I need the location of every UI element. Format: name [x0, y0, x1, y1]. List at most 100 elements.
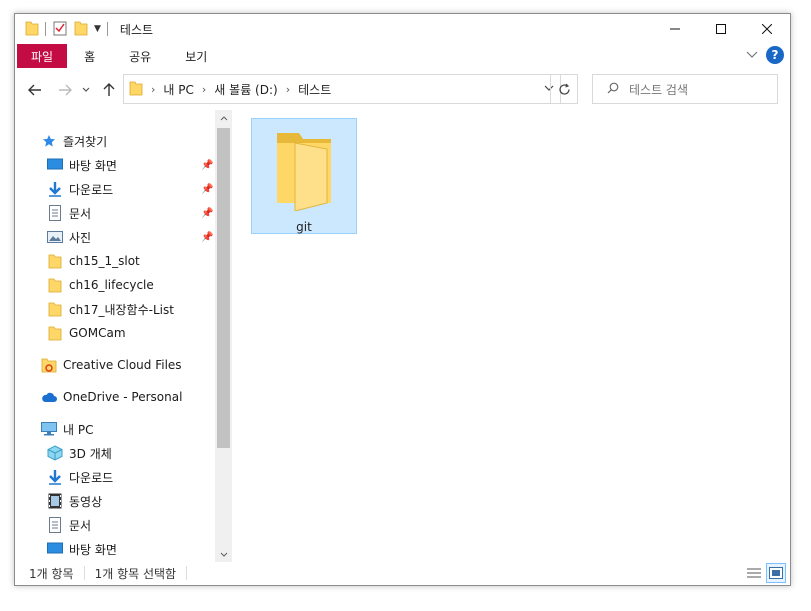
pin-icon[interactable]: 📌 — [201, 232, 213, 243]
recent-locations-button[interactable] — [79, 80, 93, 100]
nav-onedrive[interactable]: OneDrive - Personal — [41, 386, 182, 408]
file-name-label: git — [296, 220, 312, 234]
details-view-icon[interactable] — [744, 563, 764, 583]
nav-item-label: 바탕 화면 — [69, 158, 117, 173]
nav-item-label: ch15_1_slot — [69, 254, 140, 268]
folder-icon — [47, 325, 63, 341]
pin-icon[interactable]: 📌 — [201, 208, 213, 219]
cloud-icon — [41, 389, 57, 405]
nav-item-label: GOMCam — [69, 326, 126, 340]
nav-quick-access[interactable]: 즐겨찾기 — [41, 130, 107, 152]
address-bar[interactable]: › 내 PC › 새 볼륨 (D:) › 테스트 — [123, 74, 561, 104]
document-icon — [47, 517, 63, 533]
quick-access-toolbar: ▼ — [15, 14, 114, 44]
ribbon-right: ? — [746, 46, 784, 64]
nav-scrollbar[interactable] — [215, 110, 232, 562]
tab-home[interactable]: 홈 — [67, 44, 112, 68]
status-bar: 1개 항목 1개 항목 선택함 — [15, 561, 790, 585]
tab-file[interactable]: 파일 — [17, 44, 68, 68]
tab-share[interactable]: 공유 — [112, 44, 168, 68]
breadcrumb-this-pc[interactable]: 내 PC — [163, 81, 193, 98]
search-icon — [607, 82, 619, 97]
folder-icon — [25, 20, 39, 39]
nav-item-label: 문서 — [69, 206, 92, 221]
item-count: 1개 항목 — [29, 566, 74, 581]
qa-separator — [106, 22, 108, 36]
nav-item-downloads[interactable]: 다운로드 — [47, 178, 113, 200]
nav-item-documents[interactable]: 문서 — [47, 514, 91, 536]
refresh-button[interactable] — [550, 74, 578, 104]
customize-qa-icon[interactable]: ▼ — [94, 24, 101, 34]
help-icon[interactable]: ? — [766, 46, 784, 64]
scroll-thumb[interactable] — [217, 128, 230, 448]
forward-button[interactable] — [55, 80, 75, 100]
title-bar: ▼ 테스트 — [15, 14, 790, 44]
nav-item-downloads[interactable]: 다운로드 — [47, 466, 113, 488]
scroll-down-icon[interactable] — [215, 546, 232, 562]
folder-icon — [47, 253, 63, 269]
star-icon — [41, 133, 57, 149]
nav-item-3d-objects[interactable]: 3D 개체 — [47, 442, 112, 464]
nav-item-desktop[interactable]: 바탕 화면 — [47, 154, 117, 176]
view-switcher — [744, 563, 786, 583]
nav-item-pictures[interactable]: 사진 — [47, 226, 91, 248]
download-icon — [47, 469, 63, 485]
computer-icon — [41, 421, 57, 437]
desktop-icon — [47, 541, 63, 557]
search-placeholder: 테스트 검색 — [629, 82, 689, 97]
3d-objects-icon — [47, 445, 63, 461]
new-folder-icon[interactable] — [74, 20, 88, 39]
creative-cloud-icon — [41, 357, 57, 373]
navigation-bar: › 내 PC › 새 볼륨 (D:) › 테스트 테스트 검색 — [15, 74, 790, 106]
folder-icon — [129, 80, 143, 99]
file-list: git — [237, 110, 790, 562]
chevron-right-icon[interactable]: › — [151, 83, 155, 96]
nav-item-folder[interactable]: ch17_내장함수-List — [47, 298, 174, 320]
scroll-up-icon[interactable] — [215, 110, 232, 126]
tab-view[interactable]: 보기 — [168, 44, 224, 68]
large-icons-view-icon[interactable] — [766, 563, 786, 583]
nav-item-label: 동영상 — [69, 494, 103, 509]
nav-item-folder[interactable]: GOMCam — [47, 322, 126, 344]
breadcrumb-volume-d[interactable]: 새 볼륨 (D:) — [214, 81, 277, 98]
nav-this-pc[interactable]: 내 PC — [41, 418, 93, 440]
caption-buttons — [652, 14, 790, 44]
folder-icon — [47, 277, 63, 293]
nav-item-documents[interactable]: 문서 — [47, 202, 91, 224]
status-separator — [186, 566, 188, 580]
navigation-pane: 즐겨찾기 바탕 화면 📌 다운로드 📌 문서 📌 사진 📌 ch15_1_slo… — [15, 110, 233, 558]
pin-icon[interactable]: 📌 — [201, 184, 213, 195]
download-icon — [47, 181, 63, 197]
folder-item-git[interactable]: git — [251, 118, 357, 234]
properties-icon[interactable] — [52, 20, 68, 39]
window-title: 테스트 — [119, 22, 154, 37]
selected-count: 1개 항목 선택함 — [94, 566, 177, 581]
nav-item-label: 다운로드 — [69, 470, 114, 485]
nav-creative-cloud[interactable]: Creative Cloud Files — [41, 354, 182, 376]
back-button[interactable] — [25, 80, 45, 100]
nav-item-label: 사진 — [69, 230, 92, 245]
ribbon-tabs: 파일 홈 공유 보기 ? — [15, 44, 790, 68]
nav-item-folder[interactable]: ch16_lifecycle — [47, 274, 154, 296]
folder-icon — [47, 301, 63, 317]
expand-ribbon-icon[interactable] — [746, 48, 758, 62]
breadcrumb-test[interactable]: 테스트 — [298, 81, 331, 98]
nav-item-label: ch17_내장함수-List — [69, 302, 174, 317]
maximize-button[interactable] — [698, 14, 744, 44]
chevron-right-icon[interactable]: › — [286, 83, 290, 96]
nav-item-desktop[interactable]: 바탕 화면 — [47, 538, 117, 560]
up-button[interactable] — [99, 80, 119, 100]
nav-item-videos[interactable]: 동영상 — [47, 490, 102, 512]
document-icon — [47, 205, 63, 221]
pin-icon[interactable]: 📌 — [201, 160, 213, 171]
close-button[interactable] — [744, 14, 790, 44]
search-box[interactable]: 테스트 검색 — [592, 74, 778, 104]
video-icon — [47, 493, 63, 509]
chevron-right-icon[interactable]: › — [202, 83, 206, 96]
status-separator — [83, 566, 85, 580]
nav-this-pc-label: 내 PC — [63, 422, 94, 437]
minimize-button[interactable] — [652, 14, 698, 44]
nav-item-label: 3D 개체 — [69, 446, 112, 461]
nav-creative-cloud-label: Creative Cloud Files — [63, 358, 182, 372]
nav-item-folder[interactable]: ch15_1_slot — [47, 250, 140, 272]
